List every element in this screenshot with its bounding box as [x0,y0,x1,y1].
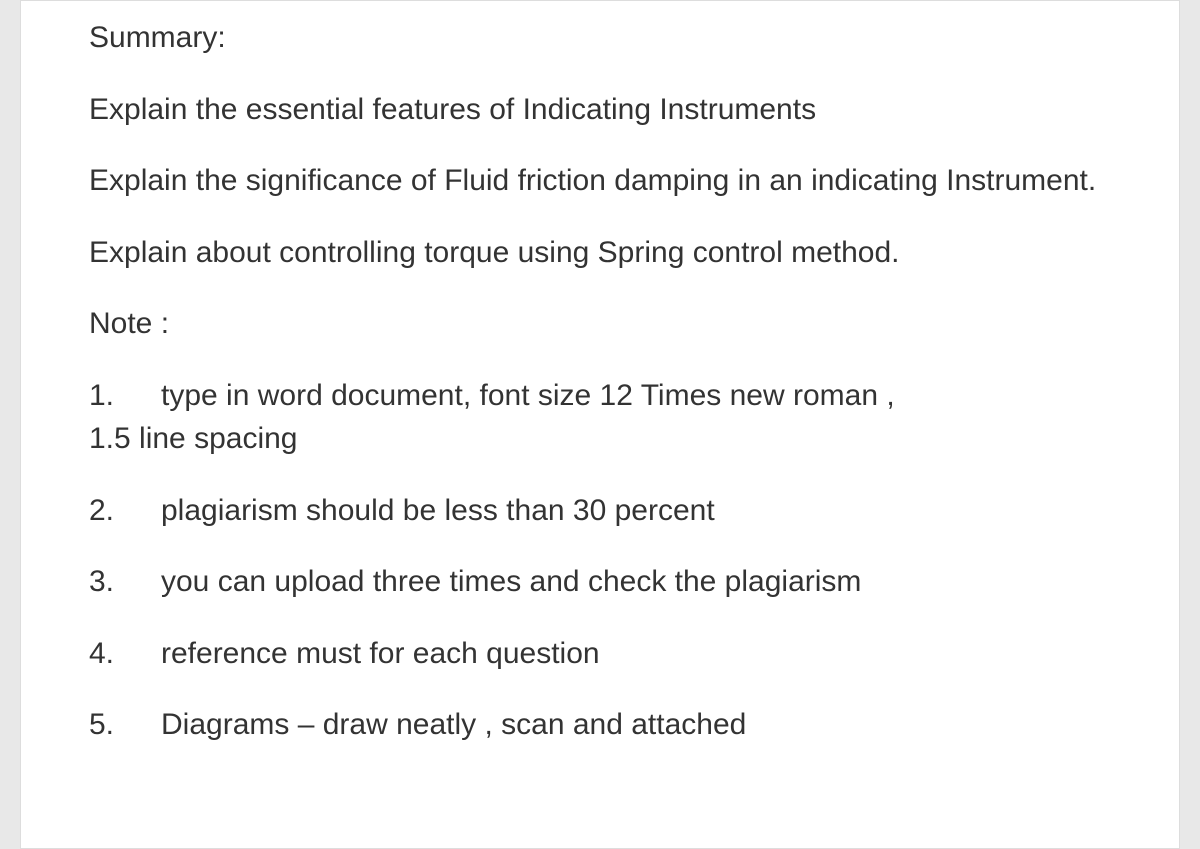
summary-label: Summary: [89,16,1119,60]
paragraph-1: Explain the essential features of Indica… [89,88,1119,132]
paragraph-3: Explain about controlling torque using S… [89,231,1119,275]
note-number: 5. [89,703,161,747]
note-item-1: 1.type in word document, font size 12 Ti… [89,374,1119,461]
note-number: 1. [89,374,161,418]
note-number: 2. [89,489,161,533]
note-item-5: 5. Diagrams – draw neatly , scan and att… [89,703,1119,747]
note-item-3: 3. you can upload three times and check … [89,560,1119,604]
note-text: Diagrams – draw neatly , scan and attach… [161,703,746,747]
note-text: you can upload three times and check the… [161,560,861,604]
note-item-2: 2. plagiarism should be less than 30 per… [89,489,1119,533]
note-number: 3. [89,560,161,604]
note-text: type in word document, font size 12 Time… [161,379,895,412]
note-text: reference must for each question [161,632,600,676]
note-continuation: 1.5 line spacing [89,417,1119,461]
note-text: plagiarism should be less than 30 percen… [161,489,715,533]
note-item-4: 4. reference must for each question [89,632,1119,676]
document-page: Summary: Explain the essential features … [20,0,1180,849]
note-label: Note : [89,302,1119,346]
note-number: 4. [89,632,161,676]
paragraph-2: Explain the significance of Fluid fricti… [89,159,1119,203]
